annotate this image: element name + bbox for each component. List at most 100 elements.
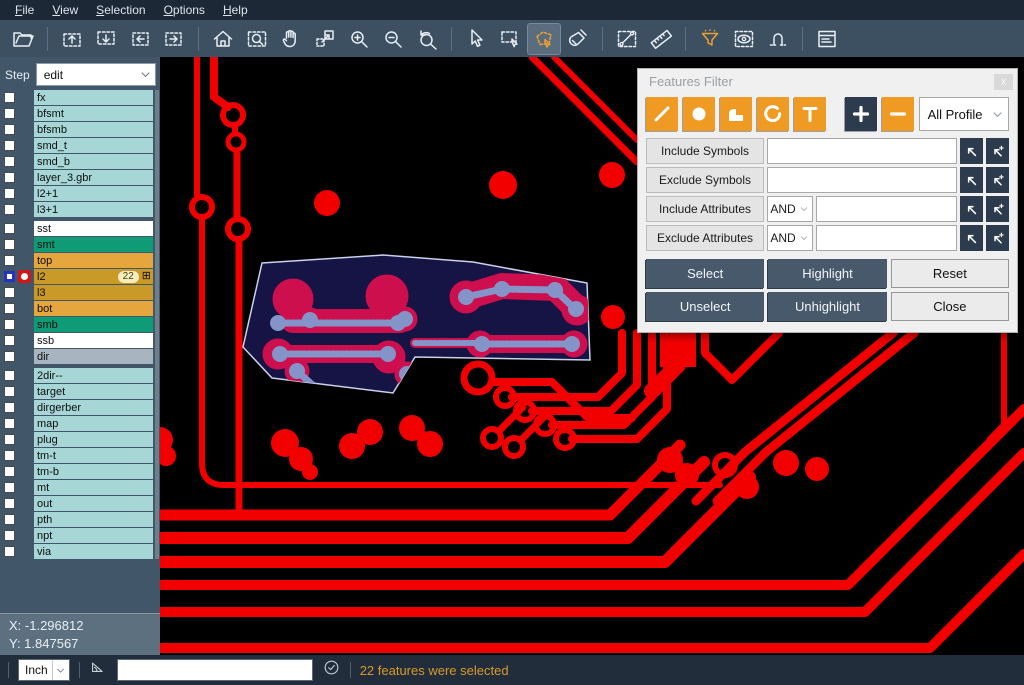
unselect-button[interactable]: Unselect [646,292,764,321]
layer-indicator-slot[interactable] [18,107,31,120]
include-attributes-pick-add-button[interactable] [986,196,1009,222]
layer-name[interactable]: bfsmb [34,122,153,137]
layer-checkbox[interactable] [4,172,15,183]
layer-indicator-slot[interactable] [18,123,31,136]
exclude-symbols-pick-button[interactable] [960,167,983,193]
layer-indicator-slot[interactable] [18,238,31,251]
layer-name[interactable]: fx [34,90,153,105]
layer-indicator-slot[interactable] [18,449,31,462]
include-attributes-pick-button[interactable] [960,196,983,222]
layer-indicator-slot[interactable] [18,334,31,347]
add-mode-button[interactable] [845,97,877,131]
layer-checkbox[interactable] [4,370,15,381]
layer-checkbox[interactable] [4,386,15,397]
pan-hand-icon[interactable] [275,24,307,54]
layer-name[interactable]: l2+1 [34,186,153,201]
layer-name[interactable]: l222⊞ [34,269,153,284]
step-dropdown[interactable]: edit [36,63,156,86]
layer-name[interactable]: sst [34,221,153,236]
include-attributes-button[interactable]: Include Attributes [646,196,764,222]
include-attributes-input[interactable] [816,196,957,222]
pan-right-icon[interactable] [158,24,190,54]
layer-checkbox[interactable] [4,418,15,429]
exclude-attributes-button[interactable]: Exclude Attributes [646,225,764,251]
pan-up-icon[interactable] [56,24,88,54]
clear-highlight-icon[interactable] [562,24,594,54]
pan-down-icon[interactable] [90,24,122,54]
layer-indicator-slot[interactable] [18,545,31,558]
layer-checkbox[interactable] [4,223,15,234]
home-view-icon[interactable] [207,24,239,54]
layer-name[interactable]: out [34,496,153,511]
exclude-attributes-pick-add-button[interactable] [986,225,1009,251]
layer-indicator-slot[interactable] [18,318,31,331]
surface-feature-button[interactable] [720,97,752,131]
layer-indicator-slot[interactable] [18,171,31,184]
command-input[interactable] [117,659,313,681]
zoom-object-icon[interactable] [309,24,341,54]
unhighlight-button[interactable]: Unhighlight [768,292,886,321]
layer-name[interactable]: l3+1 [34,202,153,217]
layer-checkbox[interactable] [4,156,15,167]
snap-jump-icon[interactable] [762,24,794,54]
layer-indicator-slot[interactable] [18,91,31,104]
exclude-symbols-input[interactable] [767,167,957,193]
layer-indicator-slot[interactable] [18,481,31,494]
layer-indicator-slot[interactable] [18,302,31,315]
layer-indicator-slot[interactable] [18,497,31,510]
layer-checkbox[interactable] [4,188,15,199]
menu-selection[interactable]: Selection [87,0,154,20]
layer-name[interactable]: map [34,416,153,431]
zoom-out-icon[interactable] [377,24,409,54]
exclude-symbols-button[interactable]: Exclude Symbols [646,167,764,193]
zoom-area-icon[interactable] [241,24,273,54]
layer-indicator-slot[interactable] [18,139,31,152]
remove-mode-button[interactable] [882,97,914,131]
layer-checkbox[interactable] [4,402,15,413]
layer-indicator-slot[interactable] [18,155,31,168]
layer-checkbox[interactable] [4,271,15,282]
layer-checkbox[interactable] [4,108,15,119]
layer-name[interactable]: tm-b [34,464,153,479]
layer-name[interactable]: l3 [34,285,153,300]
layer-checkbox[interactable] [4,124,15,135]
layer-indicator-slot[interactable] [18,433,31,446]
layer-indicator-slot[interactable] [18,465,31,478]
layer-checkbox[interactable] [4,434,15,445]
layer-name[interactable]: ssb [34,333,153,348]
highlight-button[interactable]: Highlight [768,259,886,288]
layer-checkbox[interactable] [4,239,15,250]
view-overlay-icon[interactable] [728,24,760,54]
layer-name[interactable]: tm-t [34,448,153,463]
layer-indicator-slot[interactable] [18,203,31,216]
layer-checkbox[interactable] [4,92,15,103]
layer-name[interactable]: bot [34,301,153,316]
layer-name[interactable]: mt [34,480,153,495]
pcb-canvas[interactable]: Features Filter x All Profile Include Sy… [160,57,1024,655]
open-folder-icon[interactable] [7,24,39,54]
include-symbols-input[interactable] [767,138,957,164]
select-polygon-icon[interactable] [528,24,560,54]
layer-checkbox[interactable] [4,498,15,509]
layer-checkbox[interactable] [4,287,15,298]
select-button[interactable]: Select [646,259,764,288]
measure-ruler-icon[interactable] [645,24,677,54]
exclude-attributes-pick-button[interactable] [960,225,983,251]
layer-indicator-slot[interactable] [18,417,31,430]
include-symbols-pick-button[interactable] [960,138,983,164]
layer-indicator-slot[interactable] [18,385,31,398]
close-button[interactable]: Close [891,292,1009,321]
layer-name[interactable]: target [34,384,153,399]
layer-indicator-slot[interactable] [18,529,31,542]
layer-name[interactable]: via [34,544,153,559]
snap-angle-icon[interactable] [89,658,108,682]
select-rectangle-icon[interactable] [494,24,526,54]
zoom-previous-icon[interactable] [411,24,443,54]
layer-indicator-slot[interactable] [18,286,31,299]
menu-view[interactable]: View [43,0,87,20]
layer-checkbox[interactable] [4,255,15,266]
include-attributes-operator-dropdown[interactable]: AND [767,196,813,222]
exclude-attributes-operator-dropdown[interactable]: AND [767,225,813,251]
layer-name[interactable]: dir [34,349,153,364]
text-feature-button[interactable] [794,97,826,131]
